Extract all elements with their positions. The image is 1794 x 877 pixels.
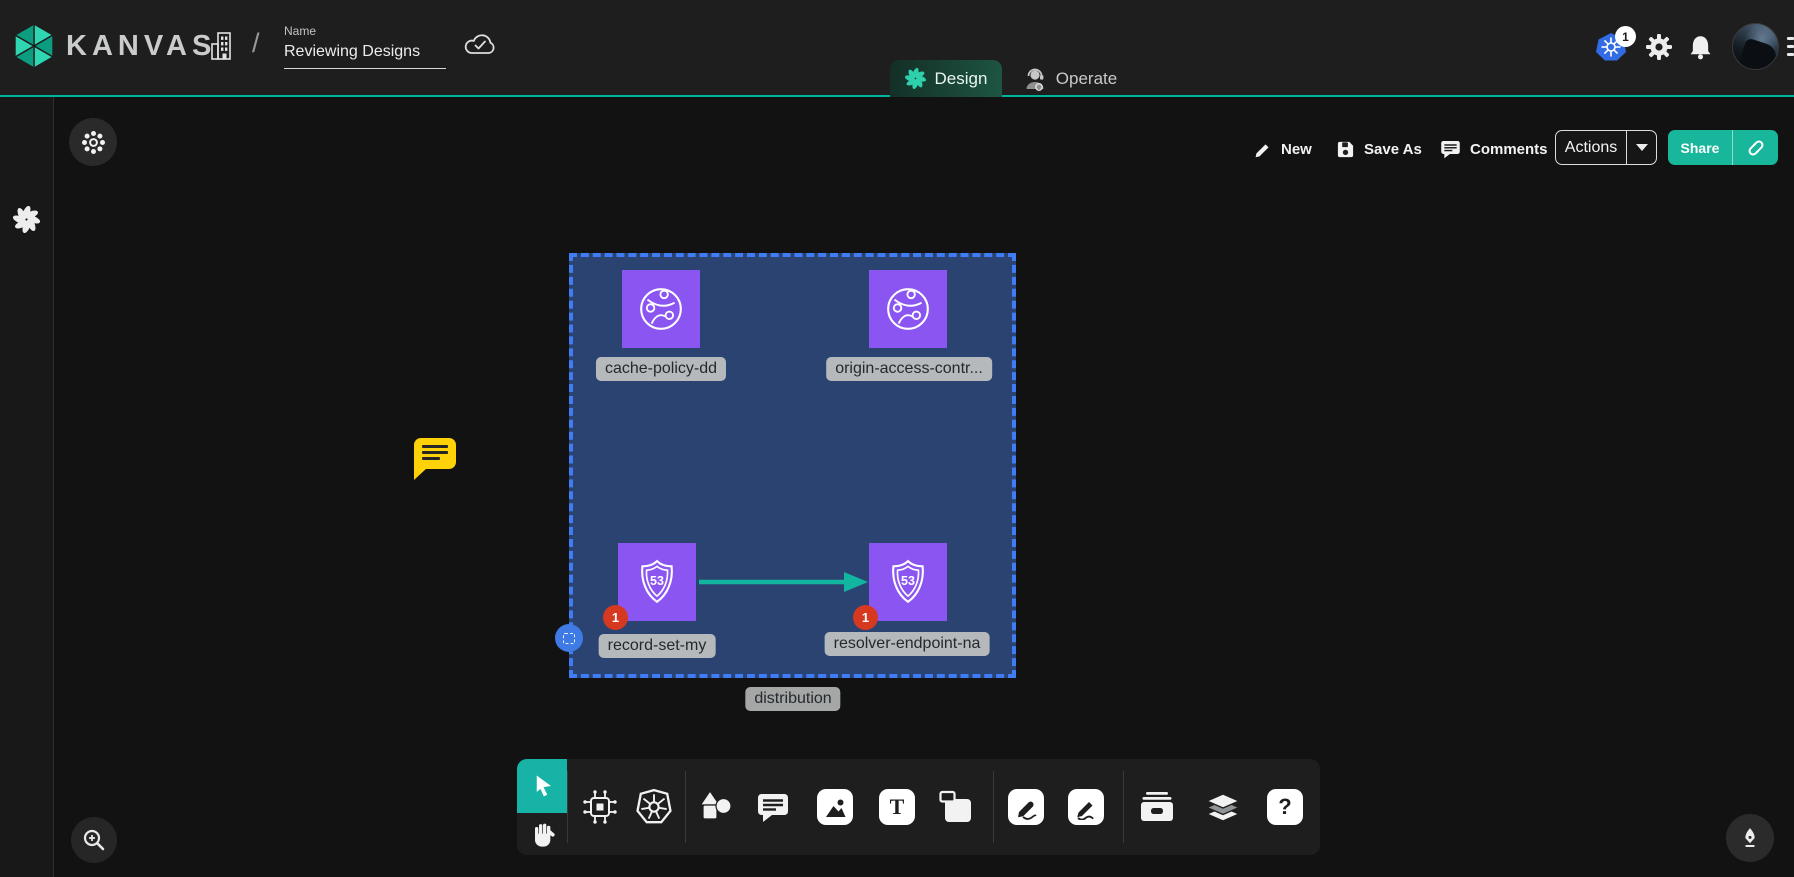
kanvas-app: KANVAS / Name xyxy=(0,0,1794,877)
group-resize-handle[interactable] xyxy=(555,624,583,652)
notifications-button[interactable] xyxy=(1687,33,1714,61)
section-icon xyxy=(938,789,974,825)
cursor-icon xyxy=(530,773,554,799)
svg-text:53: 53 xyxy=(650,574,664,588)
pencil-icon xyxy=(1253,140,1272,159)
route53-shield-icon: 53 xyxy=(884,558,932,606)
cloudfront-globe-icon xyxy=(637,285,685,333)
kubernetes-wheel-icon xyxy=(635,788,673,826)
zoom-in-button[interactable] xyxy=(71,817,117,863)
cloud-sync-icon[interactable] xyxy=(462,30,498,58)
design-name-label: Name xyxy=(284,24,446,38)
bell-icon xyxy=(1687,33,1714,61)
tool-text[interactable]: T xyxy=(877,787,917,827)
node-record-set[interactable]: 53 xyxy=(618,543,696,621)
copy-link-button[interactable] xyxy=(1732,130,1778,165)
circuit-icon xyxy=(582,789,618,825)
floppy-icon xyxy=(1336,140,1355,159)
kanvas-hexagon-icon xyxy=(12,24,56,68)
tool-help[interactable]: ? xyxy=(1265,787,1305,827)
breadcrumb-separator: / xyxy=(252,28,260,59)
flower-icon xyxy=(80,129,107,156)
meshery-design-icon xyxy=(905,68,926,89)
pen-icon xyxy=(1008,789,1044,825)
meshery-logo-icon[interactable] xyxy=(13,206,40,233)
tool-layers[interactable] xyxy=(1203,787,1243,827)
text-icon: T xyxy=(879,789,915,825)
node-origin-access-control[interactable] xyxy=(869,270,947,348)
image-icon xyxy=(817,789,853,825)
save-as-label: Save As xyxy=(1364,141,1422,158)
tool-image[interactable] xyxy=(815,787,855,827)
new-button[interactable]: New xyxy=(1253,135,1312,163)
new-label: New xyxy=(1281,141,1312,158)
hand-icon xyxy=(530,821,555,848)
node-label[interactable]: cache-policy-dd xyxy=(596,357,726,381)
pencil-draw-icon xyxy=(1068,789,1104,825)
node-label[interactable]: record-set-my xyxy=(599,634,716,658)
tool-pencil[interactable] xyxy=(1066,787,1106,827)
tool-comment[interactable] xyxy=(753,787,793,827)
organization-icon[interactable] xyxy=(208,30,238,62)
comment-icon xyxy=(1440,139,1461,159)
caret-down-icon xyxy=(1636,144,1648,151)
tab-design[interactable]: Design xyxy=(890,60,1002,97)
app-title: KANVAS xyxy=(66,30,216,63)
comment-marker[interactable] xyxy=(414,438,456,469)
cloudfront-globe-icon xyxy=(884,285,932,333)
operator-headset-icon xyxy=(1023,67,1047,91)
share-button[interactable]: Share xyxy=(1668,130,1778,165)
tool-pan[interactable] xyxy=(517,813,567,855)
tab-design-label: Design xyxy=(935,69,988,89)
route53-shield-icon: 53 xyxy=(633,558,681,606)
actions-label: Actions xyxy=(1556,139,1626,157)
pen-nib-icon xyxy=(1736,823,1764,853)
link-icon xyxy=(1746,138,1766,158)
shapes-icon xyxy=(698,790,734,824)
comment-tool-icon xyxy=(756,791,790,823)
archive-drawer-icon xyxy=(1139,790,1175,824)
error-badge[interactable]: 1 xyxy=(603,605,628,630)
error-badge[interactable]: 1 xyxy=(853,605,878,630)
tab-operate-label: Operate xyxy=(1056,69,1117,89)
tab-operate[interactable]: Operate xyxy=(1006,60,1134,97)
comments-button[interactable]: Comments xyxy=(1440,135,1548,163)
user-avatar[interactable] xyxy=(1732,23,1779,70)
layers-icon xyxy=(1205,792,1241,823)
header: KANVAS / Name xyxy=(0,0,1794,97)
settings-button[interactable] xyxy=(1645,33,1673,61)
actions-dropdown-toggle[interactable] xyxy=(1626,131,1656,164)
edge-arrow[interactable] xyxy=(696,568,872,596)
menu-icon[interactable] xyxy=(1787,37,1794,56)
tool-section[interactable] xyxy=(936,787,976,827)
gear-icon xyxy=(1645,33,1673,61)
save-as-button[interactable]: Save As xyxy=(1336,135,1422,163)
context-count-badge[interactable]: 1 xyxy=(1615,26,1636,47)
tool-select[interactable] xyxy=(517,759,567,813)
tool-kubernetes[interactable] xyxy=(634,787,674,827)
canvas-settings-button[interactable] xyxy=(69,118,117,166)
design-name-input[interactable] xyxy=(284,41,446,69)
share-label: Share xyxy=(1668,140,1732,156)
node-label[interactable]: resolver-endpoint-na xyxy=(825,632,990,656)
pen-mode-button[interactable] xyxy=(1726,814,1774,862)
tool-dock: T xyxy=(517,759,1320,855)
question-icon: ? xyxy=(1267,789,1303,825)
design-name-field: Name xyxy=(284,24,446,69)
comments-label: Comments xyxy=(1470,141,1548,158)
tool-archive[interactable] xyxy=(1137,787,1177,827)
zoom-in-icon xyxy=(81,827,107,853)
actions-button[interactable]: Actions xyxy=(1555,130,1657,165)
group-label[interactable]: distribution xyxy=(745,687,840,711)
node-resolver-endpoint[interactable]: 53 xyxy=(869,543,947,621)
node-label[interactable]: origin-access-contr... xyxy=(826,357,992,381)
left-sidebar xyxy=(0,97,54,877)
tool-components[interactable] xyxy=(580,787,620,827)
tool-pen[interactable] xyxy=(1006,787,1046,827)
node-cache-policy[interactable] xyxy=(622,270,700,348)
tool-shapes[interactable] xyxy=(696,787,736,827)
svg-text:53: 53 xyxy=(901,574,915,588)
kanvas-logo[interactable]: KANVAS xyxy=(12,24,216,68)
